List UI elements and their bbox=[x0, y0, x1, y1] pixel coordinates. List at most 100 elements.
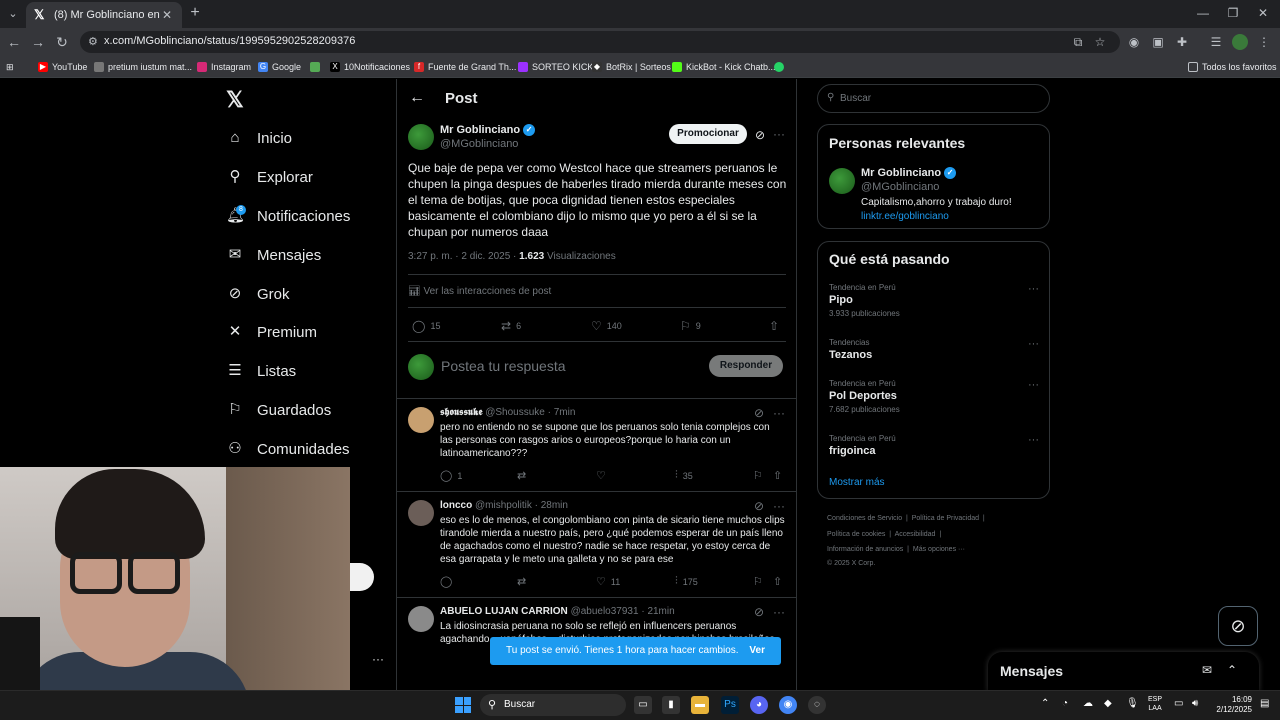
sidebar-item-guardados[interactable]: ⚐ Guardados bbox=[226, 396, 331, 424]
tray-app-icon[interactable]: ◔ bbox=[1062, 698, 1068, 709]
views-action[interactable]: ⫶ 175 bbox=[675, 575, 698, 588]
tray-expand-icon[interactable]: ⌃ bbox=[1041, 698, 1049, 709]
more-options-icon[interactable]: ··· bbox=[773, 499, 785, 513]
apps-grid-icon[interactable]: ⊞ bbox=[6, 60, 14, 74]
browser-tab[interactable]: 𝕏 (8) Mr Goblinciano en X: "Que b ✕ bbox=[26, 2, 182, 28]
file-explorer-icon[interactable]: ▬ bbox=[691, 696, 709, 714]
volume-icon[interactable]: 🔊︎ bbox=[1192, 698, 1198, 709]
trend-more-icon[interactable]: ··· bbox=[1028, 379, 1039, 391]
sidebar-item-premium[interactable]: ✕ Premium bbox=[226, 318, 317, 346]
reply-action[interactable]: ◯ bbox=[440, 575, 457, 588]
install-app-icon[interactable]: ⧉ bbox=[1070, 34, 1086, 50]
footer-terms[interactable]: Condiciones de Servicio bbox=[827, 515, 902, 522]
sidebar-item-inicio[interactable]: ⌂ Inicio bbox=[226, 124, 292, 152]
bookmark-youtube[interactable]: ▶ YouTube bbox=[38, 60, 87, 74]
reply-item[interactable]: 𝖘𝖍𝖔𝖚𝖘𝖘𝖚𝖐𝖊 @Shoussuke · 7min ⊘ ··· pero n… bbox=[397, 398, 796, 491]
discord-icon[interactable]: ◕ bbox=[750, 696, 768, 714]
task-view-icon[interactable]: ▭ bbox=[634, 696, 652, 714]
all-bookmarks[interactable]: Todos los favoritos bbox=[1188, 60, 1277, 74]
bookmark-action[interactable]: ⚐ bbox=[753, 469, 768, 482]
reply-button[interactable]: Responder bbox=[709, 355, 783, 377]
relevant-name[interactable]: Mr Goblinciano ✓ bbox=[861, 167, 957, 180]
like-action[interactable]: ♡ 140 bbox=[591, 319, 622, 333]
reply-action[interactable]: ◯ 1 bbox=[440, 469, 462, 482]
keyboard-layout[interactable]: ESP LAA bbox=[1148, 695, 1162, 713]
bookmark-10notificaciones[interactable]: X 10Notificaciones bbox=[330, 60, 410, 74]
like-action[interactable]: ♡ 11 bbox=[596, 575, 620, 588]
clock[interactable]: 16:09 2/12/2025 bbox=[1204, 695, 1252, 715]
bookmark-star-icon[interactable]: ☆ bbox=[1092, 34, 1108, 50]
repost-action[interactable]: ⇄ bbox=[517, 469, 531, 482]
reload-icon[interactable]: ↻ bbox=[53, 33, 71, 51]
toast-view-button[interactable]: Ver bbox=[749, 637, 765, 665]
author-avatar[interactable] bbox=[408, 124, 434, 150]
views-action[interactable]: ⫶ 35 bbox=[675, 469, 693, 482]
search-input[interactable]: ⚲ Buscar bbox=[817, 84, 1050, 113]
x-logo-icon[interactable]: 𝕏 bbox=[226, 87, 244, 113]
footer-ads-info[interactable]: Información de anuncios bbox=[827, 546, 903, 553]
expand-drawer-icon[interactable]: ⌃ bbox=[1227, 663, 1237, 677]
extensions-puzzle-icon[interactable]: ✚ bbox=[1174, 34, 1190, 50]
messages-drawer[interactable]: Mensajes ✉ ⌃ bbox=[988, 652, 1259, 690]
reading-list-icon[interactable]: ☰ bbox=[1208, 34, 1224, 50]
bookmark-google[interactable]: G Google bbox=[258, 60, 301, 74]
reply-input[interactable]: Postea tu respuesta bbox=[441, 358, 566, 374]
bookmark-unnamed[interactable] bbox=[310, 60, 324, 74]
reply-avatar[interactable] bbox=[408, 606, 434, 632]
more-options-icon[interactable]: ··· bbox=[773, 605, 785, 619]
footer-more[interactable]: Más opciones ··· bbox=[913, 546, 965, 553]
reply-avatar[interactable] bbox=[408, 407, 434, 433]
sidebar-item-grok[interactable]: ⊘ Grok bbox=[226, 280, 290, 308]
extension-icon[interactable]: ◉ bbox=[1126, 34, 1142, 50]
tab-search-icon[interactable]: ⌄ bbox=[4, 5, 22, 23]
back-arrow-icon[interactable]: ← bbox=[409, 89, 425, 107]
bookmark-sorteo-kick[interactable]: SORTEO KICK bbox=[518, 60, 593, 74]
grok-icon[interactable]: ⊘ bbox=[755, 128, 765, 142]
bookmark-action[interactable]: ⚐ bbox=[753, 575, 768, 588]
address-bar[interactable]: ⚙ x.com/MGoblinciano/status/199595290252… bbox=[80, 31, 1120, 53]
reply-item[interactable]: loncco @mishpolitik · 28min ⊘ ··· eso es… bbox=[397, 491, 796, 597]
bookmark-botrix[interactable]: ◆ BotRix | Sorteos bbox=[592, 60, 671, 74]
photoshop-icon[interactable]: Ps bbox=[721, 696, 739, 714]
bookmark-fuente[interactable]: f Fuente de Grand Th... bbox=[414, 60, 516, 74]
chrome-icon[interactable]: ◉ bbox=[779, 696, 797, 714]
more-options-icon[interactable]: ··· bbox=[773, 406, 785, 420]
reply-author[interactable]: ABUELO LUJAN CARRION @abuelo37931 · 21mi… bbox=[440, 606, 675, 617]
trend-item[interactable]: Tendencias Tezanos ··· bbox=[829, 338, 1039, 361]
bookmark-pretium[interactable]: pretium iustum mat... bbox=[94, 60, 192, 74]
footer-privacy[interactable]: Política de Privacidad bbox=[912, 515, 979, 522]
trend-more-icon[interactable]: ··· bbox=[1028, 283, 1039, 295]
sidebar-item-listas[interactable]: ☰ Listas bbox=[226, 357, 296, 385]
new-message-icon[interactable]: ✉ bbox=[1202, 663, 1212, 677]
windows-start-icon[interactable] bbox=[455, 697, 471, 713]
app-2-icon[interactable]: ◌ bbox=[808, 696, 826, 714]
onedrive-icon[interactable]: ☁ bbox=[1083, 698, 1093, 709]
author-handle[interactable]: @MGoblinciano bbox=[440, 138, 518, 150]
back-icon[interactable]: ← bbox=[5, 33, 23, 51]
trend-more-icon[interactable]: ··· bbox=[1028, 434, 1039, 446]
repost-action[interactable]: ⇄ bbox=[517, 575, 531, 588]
tab-close-icon[interactable]: ✕ bbox=[160, 8, 174, 22]
share-action[interactable]: ⇧ bbox=[773, 469, 787, 482]
forward-icon[interactable]: → bbox=[29, 33, 47, 51]
bookmark-action[interactable]: ⚐ 9 bbox=[680, 319, 701, 333]
sidebar-item-mensajes[interactable]: ✉ Mensajes bbox=[226, 241, 322, 269]
author-name[interactable]: Mr Goblinciano ✓ bbox=[440, 124, 536, 137]
more-options-icon[interactable]: ··· bbox=[773, 127, 785, 141]
minimize-icon[interactable]: — bbox=[1188, 4, 1218, 22]
account-more-icon[interactable]: ··· bbox=[372, 652, 384, 666]
trend-item[interactable]: Tendencia en Perú Pol Deportes 7.682 pub… bbox=[829, 379, 1039, 414]
microphone-icon[interactable]: 🎙︎ bbox=[1126, 698, 1139, 709]
view-interactions-link[interactable]: 📊︎ Ver las interacciones de post bbox=[408, 286, 551, 297]
grok-fab-icon[interactable]: ⊘ bbox=[1218, 606, 1258, 646]
grok-icon[interactable]: ⊘ bbox=[754, 499, 764, 513]
network-icon[interactable]: ▭ bbox=[1174, 698, 1183, 709]
bookmark-instagram[interactable]: Instagram bbox=[197, 60, 251, 74]
trend-item[interactable]: Tendencia en Perú frigoinca ··· bbox=[829, 434, 1039, 457]
floating-pill[interactable] bbox=[350, 563, 374, 591]
maximize-icon[interactable]: ❐ bbox=[1218, 4, 1248, 22]
profile-avatar[interactable] bbox=[1232, 34, 1248, 50]
reply-avatar[interactable] bbox=[408, 500, 434, 526]
sidebar-item-explorar[interactable]: ⚲ Explorar bbox=[226, 163, 313, 191]
sidebar-item-comunidades[interactable]: ⚇ Comunidades bbox=[226, 435, 349, 463]
